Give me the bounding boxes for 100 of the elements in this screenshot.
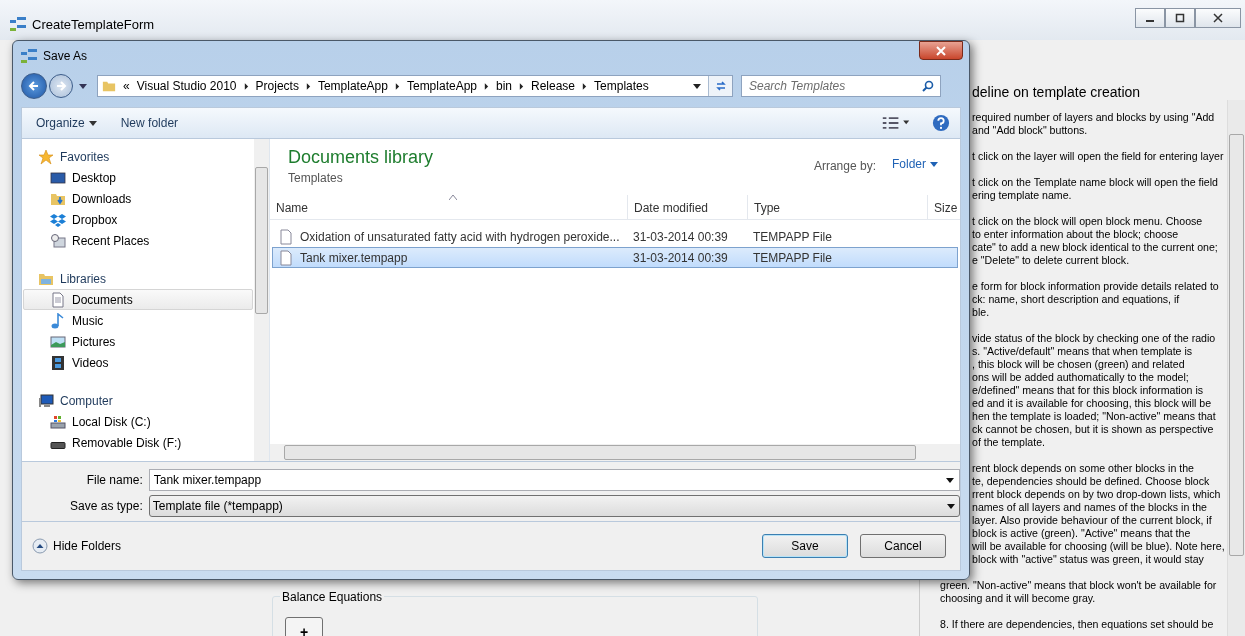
dropdown-arrow-icon[interactable] [79,82,87,90]
vertical-scrollbar[interactable] [1227,100,1245,636]
window-title: CreateTemplateForm [32,17,155,32]
guideline-text-line: required number of layers and blocks by using "Add [972,111,1216,124]
file-name-label: File name: [85,472,144,487]
refresh-icon [714,80,727,92]
nav-item[interactable]: Local Disk (C:) [23,411,253,432]
nav-item[interactable]: Downloads [23,188,253,209]
nav-item[interactable]: Dropbox [23,209,253,230]
library-title: Documents library [288,147,435,168]
arrow-right-icon [55,80,67,92]
guideline-text-line: e/defined" means that for this block information is [972,384,1205,397]
vertical-scrollbar[interactable] [254,139,269,461]
arrow-left-icon [28,80,40,92]
nav-item[interactable]: Pictures [23,331,253,352]
address-bar[interactable]: « Visual Studio 2010 Projects TemplateApp TemplateApp bin Release Templates [97,75,733,97]
guideline-text-line: layer. Also provide behaviour of the current block, if [972,514,1213,527]
close-button[interactable] [919,41,963,60]
maximize-button[interactable] [1165,8,1195,28]
forward-button[interactable] [49,74,73,98]
type-cell-text: TEMPAPP File [752,229,833,244]
guideline-text-line: hen the template is loaded; "Non-active" means that [972,410,1217,423]
guideline-text-line: t click on the layer will open the field for entering layer [972,150,1225,163]
document-icon [50,291,66,308]
music-note-icon [50,312,66,329]
guideline-text-line: ons will be added authomatically to the model; [972,371,1190,384]
column-header[interactable]: Date modified [628,195,748,219]
monitor-icon [50,169,66,186]
save-as-type-dropdown[interactable]: Template file (*tempapp) [148,494,960,517]
column-header[interactable]: Size [928,195,960,219]
chevron-right-icon [519,82,524,90]
file-icon [278,228,294,245]
breadcrumb-item[interactable]: TemplateApp [317,79,388,93]
breadcrumb-item[interactable]: Projects [255,79,299,93]
guideline-text-line: rent block depends on some other blocks in the [972,462,1195,475]
date-cell-text: 31-03-2014 00:39 [632,229,729,244]
guideline-text-line: choosing and it will become gray. [940,592,1097,605]
chevron-right-icon [484,82,489,90]
file-name: Tank mixer.tempapp [300,250,408,265]
guideline-text-line: t click on the Template name block will open the field [972,176,1219,189]
caret-icon [930,160,938,168]
breadcrumb-item[interactable]: Release [531,79,576,93]
app-icon [21,48,37,64]
picture-icon [50,333,66,350]
breadcrumb-item[interactable]: bin [496,79,512,93]
column-header[interactable]: Type [748,195,928,219]
save-as-type-label: Save as type: [69,498,144,513]
organize-button[interactable]: Organize [32,114,101,132]
save-button[interactable]: Save [762,534,848,558]
nav-item[interactable]: Documents [23,289,253,310]
column-header[interactable]: Name [270,195,628,219]
guideline-text-line: vide status of the block by checking one of the radio [972,332,1217,345]
dropdown-arrow-icon[interactable] [946,475,954,484]
nav-item[interactable]: Music [23,310,253,331]
nav-item[interactable]: Desktop [23,167,253,188]
minimize-button[interactable] [1135,8,1165,28]
breadcrumb-item[interactable]: Templates [594,79,649,93]
refresh-button[interactable] [708,76,732,96]
breadcrumb-item[interactable]: TemplateApp [406,79,477,93]
new-folder-button[interactable]: New folder [116,114,183,132]
cancel-button[interactable]: Cancel [860,534,946,558]
breadcrumb-overflow[interactable]: « [123,79,130,93]
hide-folders-button[interactable]: Hide Folders [32,538,122,554]
file-row[interactable]: Oxidation of unsaturated fatty acid with hydrogen peroxide... 31-03-2014 00:39 TEMPAPP File [272,226,958,247]
nav-section-header[interactable]: Favorites [22,147,254,167]
dropbox-icon [50,211,66,228]
chevron-right-icon [582,82,588,90]
nav-section-header[interactable]: Computer [22,391,254,411]
guideline-text-line: names of all layers and names of the blocks in the [972,501,1208,514]
arrange-by-label: Arrange by: [813,159,876,173]
file-row[interactable]: Tank mixer.tempapp 31-03-2014 00:39 TEMPAPP File [272,247,958,268]
film-icon [50,354,66,371]
folder-icon [102,79,116,93]
breadcrumb-item[interactable]: Visual Studio 2010 [136,79,237,93]
add-button[interactable]: + [285,617,323,636]
guideline-text-line: s. "Active/default" means that when template is [972,345,1194,358]
guideline-text-line: block with "active" status was green, it would stay [972,553,1205,566]
guideline-text-line: t click on the block will open block menu. Choose [972,215,1204,228]
app-icon [10,16,26,32]
guideline-text-line: e form for block information provide details related to [972,280,1220,293]
guideline-text-line: ck: name, short description and equations, if [972,293,1181,306]
nav-item[interactable]: Videos [23,352,253,373]
guideline-text-line: green. "Non-active" means that block won't be available for [940,579,1218,592]
nav-section-header[interactable]: Libraries [22,269,254,289]
back-button[interactable] [21,73,47,99]
help-button[interactable] [932,114,950,132]
file-icon [278,249,294,266]
nav-item[interactable]: Removable Disk (F:) [23,432,253,453]
arrange-by-dropdown[interactable]: Folder [886,156,944,172]
guideline-text-line: block is active (green). "Active" means that the [972,527,1192,540]
guideline-text-line: and "Add block" buttons. [972,124,1089,137]
chevron-right-icon [305,82,311,90]
horizontal-scrollbar[interactable] [270,444,960,461]
chevron-right-icon [243,82,249,90]
nav-item[interactable]: Recent Places [23,230,253,251]
file-name-field[interactable]: Tank mixer.tempapp [148,468,960,491]
minimize-icon [1146,20,1154,22]
dropdown-arrow-icon[interactable] [693,82,701,90]
hard-disk-icon [50,413,66,430]
type-cell-text: TEMPAPP File [752,250,833,265]
